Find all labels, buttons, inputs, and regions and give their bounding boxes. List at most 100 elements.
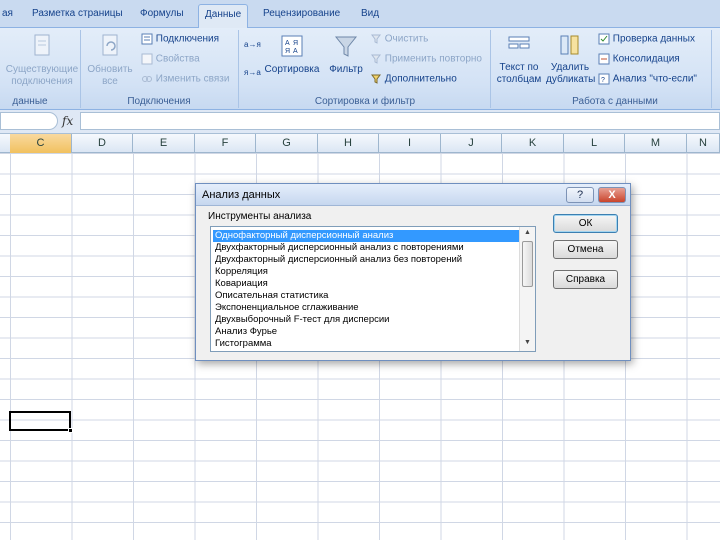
- filter-button[interactable]: Фильтр: [327, 34, 365, 76]
- connections-label: Подключения: [155, 33, 220, 45]
- column-header[interactable]: K: [502, 134, 564, 153]
- advanced-filter-label: Дополнительно: [384, 73, 457, 85]
- filter-label: Фильтр: [329, 64, 363, 75]
- clear-button[interactable]: Очистить: [370, 33, 428, 45]
- column-header[interactable]: J: [441, 134, 502, 153]
- clear-label: Очистить: [384, 33, 429, 45]
- data-validation-icon: [598, 33, 610, 45]
- data-validation-button[interactable]: Проверка данных: [598, 33, 695, 45]
- data-analysis-dialog: Анализ данных ? X Инструменты анализа Од…: [195, 183, 631, 361]
- list-item[interactable]: Двухвыборочный F-тест для дисперсии: [213, 314, 389, 326]
- dialog-title-bar[interactable]: Анализ данных ? X: [196, 184, 630, 206]
- column-header[interactable]: M: [625, 134, 687, 153]
- sort-descending-icon: я→а: [244, 68, 261, 77]
- reapply-button[interactable]: Применить повторно: [370, 53, 482, 65]
- remove-duplicates-label: Удалить дубликаты: [546, 62, 596, 85]
- sort-ascending-icon: а→я: [244, 40, 261, 49]
- help-button[interactable]: Справка: [553, 270, 618, 289]
- group-label-data-tools: Работа с данными: [572, 96, 658, 107]
- column-header[interactable]: N: [687, 134, 720, 153]
- column-header[interactable]: F: [195, 134, 256, 153]
- tab-review[interactable]: Рецензирование: [263, 8, 340, 19]
- properties-icon: [141, 53, 153, 65]
- advanced-filter-button[interactable]: Дополнительно: [370, 73, 457, 85]
- list-item[interactable]: Гистограмма: [213, 338, 272, 350]
- close-button[interactable]: X: [598, 187, 626, 203]
- group-separator: [80, 30, 81, 108]
- sort-button[interactable]: АЯЯА Сортировка: [264, 34, 320, 76]
- properties-label: Свойства: [155, 53, 200, 65]
- data-validation-label: Проверка данных: [612, 33, 695, 45]
- column-header[interactable]: L: [564, 134, 625, 153]
- text-to-columns-button[interactable]: Текст по столбцам: [494, 34, 544, 86]
- list-item[interactable]: Описательная статистика: [213, 290, 328, 302]
- ok-button[interactable]: ОК: [553, 214, 618, 233]
- advanced-filter-icon: [371, 74, 381, 84]
- consolidate-icon: [598, 53, 610, 65]
- document-icon: [34, 34, 50, 56]
- list-item[interactable]: Экспоненциальное сглаживание: [213, 302, 359, 314]
- what-if-analysis-button[interactable]: ? Анализ "что-если": [598, 73, 697, 85]
- scroll-down-arrow-icon[interactable]: ▼: [524, 339, 531, 346]
- group-separator: [238, 30, 239, 108]
- properties-button[interactable]: Свойства: [141, 53, 200, 65]
- group-label-sort-filter: Сортировка и фильтр: [314, 96, 416, 107]
- dialog-title: Анализ данных: [202, 189, 281, 201]
- fill-handle[interactable]: [68, 428, 73, 433]
- tab-formulas[interactable]: Формулы: [140, 8, 184, 19]
- what-if-icon: ?: [598, 73, 610, 85]
- sort-ascending-button[interactable]: а→я: [244, 40, 261, 49]
- sort-descending-button[interactable]: я→а: [244, 68, 261, 77]
- formula-input[interactable]: [80, 112, 720, 130]
- svg-text:Я: Я: [285, 48, 290, 55]
- scrollbar-thumb[interactable]: [522, 241, 533, 287]
- column-header-row: C D E F G H I J K L M N: [0, 134, 720, 153]
- text-to-columns-icon: [508, 36, 530, 49]
- tab-view[interactable]: Вид: [361, 8, 379, 19]
- sort-label: Сортировка: [264, 64, 320, 75]
- clear-icon: [371, 34, 381, 44]
- column-header[interactable]: E: [133, 134, 195, 153]
- list-scrollbar[interactable]: ▲ ▼: [519, 227, 535, 351]
- remove-duplicates-button[interactable]: Удалить дубликаты: [546, 34, 596, 86]
- refresh-all-label: Обновить все: [87, 64, 133, 87]
- help-title-button[interactable]: ?: [566, 187, 594, 203]
- existing-connections-button[interactable]: Существующие подключения: [4, 34, 80, 88]
- analysis-tools-list[interactable]: Однофакторный дисперсионный анализ Двухф…: [210, 226, 536, 352]
- sort-icon: А ЯЯ А: [281, 35, 303, 57]
- list-item[interactable]: Двухфакторный дисперсионный анализ без п…: [213, 254, 462, 266]
- tab-data[interactable]: Данные: [198, 4, 249, 29]
- active-cell[interactable]: [9, 411, 71, 431]
- column-header[interactable]: H: [318, 134, 379, 153]
- column-header[interactable]: C: [10, 134, 72, 153]
- tab-page-layout[interactable]: Разметка страницы: [32, 8, 123, 19]
- list-item[interactable]: Корреляция: [213, 266, 268, 278]
- column-header[interactable]: D: [72, 134, 133, 153]
- refresh-all-button[interactable]: Обновить все: [84, 34, 136, 88]
- cancel-button[interactable]: Отмена: [553, 240, 618, 259]
- group-label-connections: Подключения: [127, 96, 191, 107]
- scroll-up-arrow-icon[interactable]: ▲: [524, 229, 531, 236]
- tab-home[interactable]: ая: [2, 8, 13, 19]
- edit-links-label: Изменить связи: [155, 73, 230, 85]
- svg-text:?: ?: [601, 77, 605, 84]
- list-item[interactable]: Ковариация: [213, 278, 268, 290]
- what-if-label: Анализ "что-если": [612, 73, 697, 85]
- filter-icon: [334, 36, 358, 57]
- reapply-icon: [371, 54, 381, 64]
- link-icon: [142, 76, 152, 82]
- consolidate-button[interactable]: Консолидация: [598, 53, 680, 65]
- column-header[interactable]: I: [379, 134, 441, 153]
- svg-text:Я: Я: [293, 40, 298, 47]
- refresh-icon: [102, 34, 118, 56]
- list-item[interactable]: Двухфакторный дисперсионный анализ с пов…: [213, 242, 464, 254]
- reapply-label: Применить повторно: [384, 53, 482, 65]
- column-header[interactable]: G: [256, 134, 318, 153]
- list-item[interactable]: Однофакторный дисперсионный анализ: [213, 230, 519, 242]
- svg-text:А: А: [293, 48, 298, 55]
- list-item[interactable]: Анализ Фурье: [213, 326, 277, 338]
- name-box[interactable]: [0, 112, 58, 130]
- fx-icon[interactable]: fx: [62, 114, 73, 128]
- connections-button[interactable]: Подключения: [141, 33, 219, 45]
- edit-links-button[interactable]: Изменить связи: [141, 73, 229, 85]
